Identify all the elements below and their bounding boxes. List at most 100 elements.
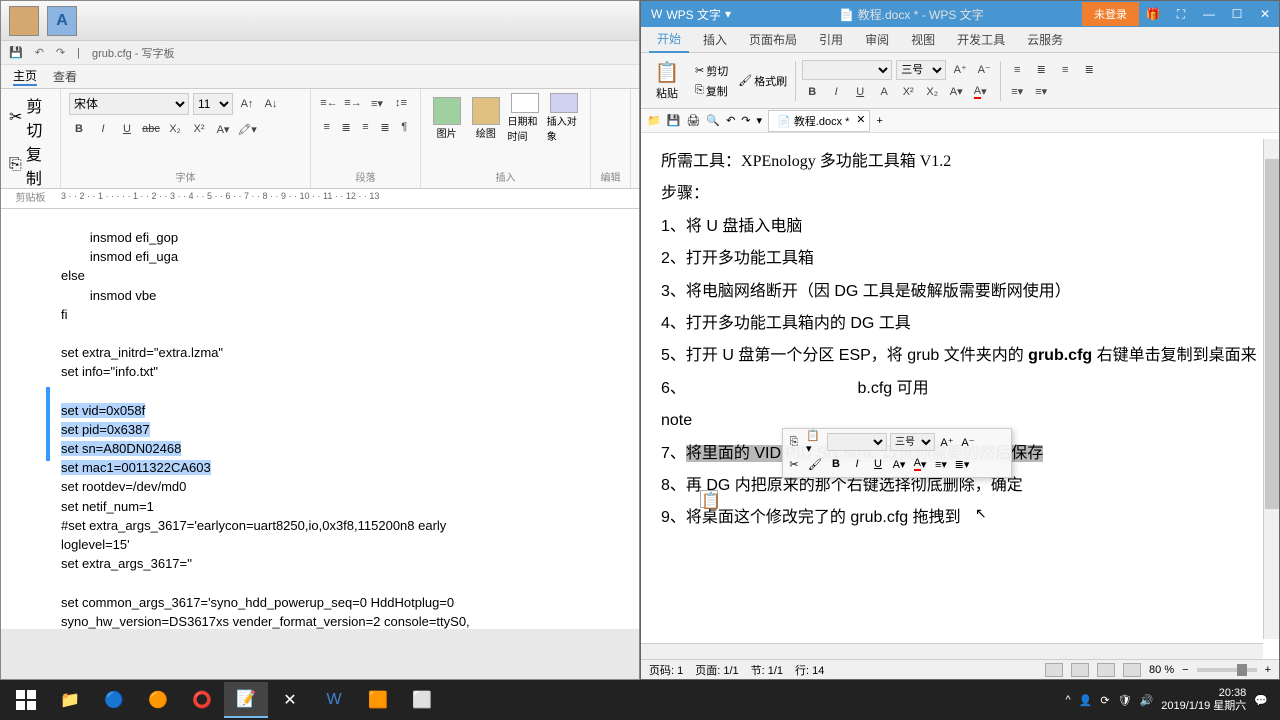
fullscreen-icon[interactable]: ⛶ [1167, 1, 1195, 27]
align-center-icon[interactable]: ≣ [1031, 60, 1051, 80]
italic-button[interactable]: I [93, 119, 113, 139]
bold-button[interactable]: B [802, 82, 822, 102]
redo-icon[interactable]: ↷ [741, 114, 750, 127]
zoom-out-icon[interactable]: − [1182, 664, 1188, 676]
gift-icon[interactable]: 🎁 [1139, 1, 1167, 27]
shrink-font-icon[interactable]: A⁻ [974, 60, 994, 80]
minimize-button[interactable]: — [1195, 1, 1223, 27]
picture-button[interactable]: 图片 [429, 93, 464, 143]
font-color-button[interactable]: A▾ [213, 119, 233, 139]
undo-icon[interactable]: ↶ [726, 114, 735, 127]
paragraph-icon[interactable]: ¶ [397, 117, 412, 137]
copy-icon[interactable]: ⎘ [9, 156, 22, 174]
notifications-icon[interactable]: 💬 [1254, 694, 1268, 707]
numbering-icon[interactable]: ≡▾ [1031, 82, 1051, 102]
code-content[interactable]: insmod efi_gop insmod efi_uga else insmo… [61, 229, 579, 629]
browser-button[interactable]: 🟠 [136, 682, 180, 718]
italic-button[interactable]: I [826, 82, 846, 102]
tab-insert[interactable]: 插入 [695, 27, 735, 52]
format-painter-button[interactable]: 🖌格式刷 [736, 71, 789, 91]
tab-ref[interactable]: 引用 [811, 27, 851, 52]
view-mode-4[interactable] [1123, 663, 1141, 677]
app-button-3[interactable]: ⬜ [400, 682, 444, 718]
tray-people-icon[interactable]: 👤 [1079, 694, 1093, 707]
tab-main[interactable]: 主页 [13, 67, 37, 86]
font-size-select[interactable]: 三号 [896, 60, 946, 80]
paste-options-icon[interactable]: 📋 [700, 490, 718, 508]
object-button[interactable]: 插入对象 [547, 93, 582, 143]
tray-sound-icon[interactable]: 🔊 [1140, 694, 1154, 707]
zoom-in-icon[interactable]: + [1265, 664, 1271, 676]
view-mode-3[interactable] [1097, 663, 1115, 677]
view-mode-1[interactable] [1045, 663, 1063, 677]
datetime-button[interactable]: 日期和时间 [508, 93, 543, 143]
tab-devtools[interactable]: 开发工具 [949, 27, 1013, 52]
highlight-button[interactable]: 🖍▾ [237, 119, 257, 139]
paste-button[interactable]: 📋粘贴 [647, 57, 687, 105]
grow-font-icon[interactable]: A⁺ [950, 60, 970, 80]
view-mode-2[interactable] [1071, 663, 1089, 677]
app-button-2[interactable]: 🟧 [356, 682, 400, 718]
indent-dec-icon[interactable]: ≡← [319, 93, 339, 113]
mini-paste-icon[interactable]: 📋▾ [806, 433, 824, 451]
font-size-select[interactable]: 11 [193, 93, 233, 115]
font-family-select[interactable] [802, 60, 892, 80]
align-right-icon[interactable]: ≡ [1055, 60, 1075, 80]
qb-undo-icon[interactable]: ↶ [35, 46, 44, 59]
mini-highlight-icon[interactable]: A▾ [890, 455, 908, 473]
copy-button[interactable]: ⎘复制 [693, 81, 730, 101]
bullets-icon[interactable]: ≡▾ [367, 93, 387, 113]
maximize-button[interactable]: ☐ [1223, 1, 1251, 27]
mini-copy-icon[interactable]: ⎘ [785, 433, 803, 451]
wps-document-area[interactable]: 所需工具：XPEnology 多功能工具箱 V1.2 步骤： 1、将 U 盘插入… [641, 133, 1279, 633]
justify-icon[interactable]: ≣ [1079, 60, 1099, 80]
new-tab-icon[interactable]: + [876, 115, 882, 127]
mini-brush-icon[interactable]: 🖌 [806, 455, 824, 473]
mini-grow-icon[interactable]: A⁺ [938, 433, 956, 451]
start-button[interactable] [4, 682, 48, 718]
linespace-icon[interactable]: ↕≡ [391, 93, 411, 113]
bullets-icon[interactable]: ≡▾ [1007, 82, 1027, 102]
qb-save-icon[interactable]: 💾 [9, 46, 23, 59]
align-center-icon[interactable]: ≣ [338, 117, 353, 137]
align-right-icon[interactable]: ≡ [358, 117, 373, 137]
strike-button[interactable]: abc [141, 119, 161, 139]
justify-icon[interactable]: ≣ [377, 117, 392, 137]
subscript-button[interactable]: X₂ [165, 119, 185, 139]
mini-align-icon[interactable]: ≡▾ [932, 455, 950, 473]
tab-view[interactable]: 视图 [903, 27, 943, 52]
shrink-font-icon[interactable]: A↓ [261, 94, 281, 114]
align-left-icon[interactable]: ≡ [1007, 60, 1027, 80]
close-button[interactable]: ✕ [1251, 1, 1279, 27]
mini-font-select[interactable] [827, 433, 887, 451]
mini-cut-icon[interactable]: ✂ [785, 455, 803, 473]
horizontal-scrollbar[interactable] [641, 643, 1263, 659]
indent-inc-icon[interactable]: ≡→ [343, 93, 363, 113]
preview-icon[interactable]: 🔍 [706, 114, 720, 127]
tab-review[interactable]: 审阅 [857, 27, 897, 52]
clock[interactable]: 20:38 2019/1/19 星期六 [1161, 687, 1246, 713]
cut-button[interactable]: ✂剪切 [693, 61, 730, 81]
cut-icon[interactable]: ✂ [9, 107, 22, 127]
login-button[interactable]: 未登录 [1082, 2, 1139, 26]
document-tab[interactable]: 📄 教程.docx * ✕ [768, 110, 870, 132]
tab-start[interactable]: 开始 [649, 26, 689, 53]
save-icon[interactable]: 💾 [667, 114, 681, 127]
tab-pagelayout[interactable]: 页面布局 [741, 27, 805, 52]
vertical-scrollbar[interactable] [1263, 139, 1279, 639]
font-color-button[interactable]: A▾ [970, 82, 990, 102]
mini-italic-icon[interactable]: I [848, 455, 866, 473]
tab-cloud[interactable]: 云服务 [1019, 27, 1071, 52]
superscript-button[interactable]: X² [898, 82, 918, 102]
superscript-button[interactable]: X² [189, 119, 209, 139]
app-button-1[interactable]: ⭕ [180, 682, 224, 718]
mini-underline-icon[interactable]: U [869, 455, 887, 473]
mini-bold-icon[interactable]: B [827, 455, 845, 473]
tab-view[interactable]: 查看 [53, 68, 77, 85]
mini-color-icon[interactable]: A▾ [911, 455, 929, 473]
mini-bullets-icon[interactable]: ≣▾ [953, 455, 971, 473]
app-dropdown-icon[interactable]: ▾ [725, 7, 731, 21]
close-tab-icon[interactable]: ✕ [856, 113, 865, 126]
mini-shrink-icon[interactable]: A⁻ [959, 433, 977, 451]
tray-sync-icon[interactable]: ⟳ [1100, 694, 1109, 707]
